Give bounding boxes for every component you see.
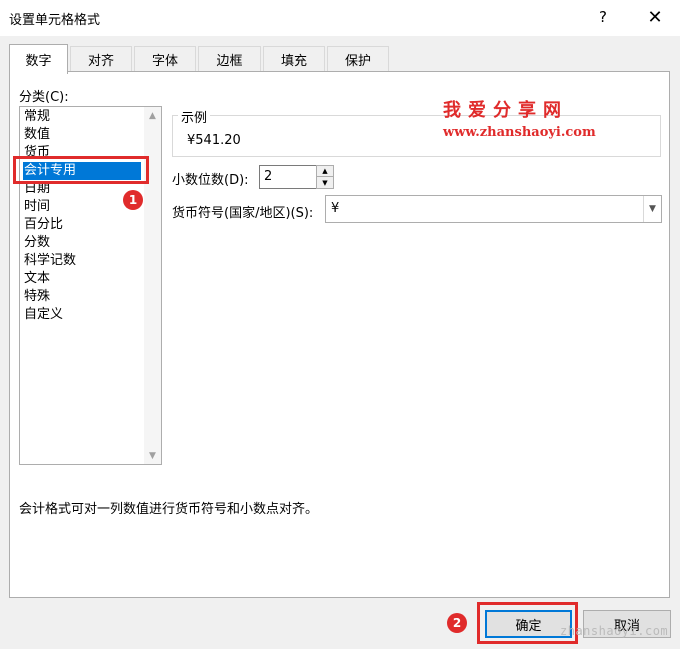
sample-title: 示例 xyxy=(178,107,211,126)
category-item-fraction[interactable]: 分数 xyxy=(23,234,141,252)
watermark-url: www.zhanshaoyi.com xyxy=(443,125,596,140)
tab-alignment[interactable]: 对齐 xyxy=(70,46,132,72)
close-button[interactable]: ✕ xyxy=(640,4,670,30)
scroll-up-icon[interactable]: ▲ xyxy=(144,107,161,124)
tab-fill[interactable]: 填充 xyxy=(263,46,325,72)
category-item-scientific[interactable]: 科学记数 xyxy=(23,252,141,270)
category-item-custom[interactable]: 自定义 xyxy=(23,306,141,324)
footer-watermark: zhanshaoyi.com xyxy=(560,624,669,638)
category-item-percentage[interactable]: 百分比 xyxy=(23,216,141,234)
category-item-text[interactable]: 文本 xyxy=(23,270,141,288)
scroll-down-icon[interactable]: ▼ xyxy=(144,447,161,464)
tab-font[interactable]: 字体 xyxy=(134,46,196,72)
stepper-down-icon[interactable]: ▼ xyxy=(317,177,333,188)
currency-symbol-label: 货币符号(国家/地区)(S): xyxy=(172,206,314,221)
currency-symbol-select[interactable]: ¥ ▼ xyxy=(325,195,662,223)
currency-symbol-value: ¥ xyxy=(331,201,340,216)
window-title: 设置单元格格式 xyxy=(9,13,101,28)
highlight-box-accounting xyxy=(13,156,149,184)
category-label: 分类(C): xyxy=(19,90,69,105)
watermark-title: 我爱分享网 xyxy=(443,100,568,121)
dialog-body: 数字 对齐 字体 边框 填充 保护 分类(C): 常规 数值 货币 会计专用 日… xyxy=(0,36,680,649)
decimal-places-label: 小数位数(D): xyxy=(172,173,249,188)
badge-step-2: 2 xyxy=(447,613,467,633)
tab-number[interactable]: 数字 xyxy=(9,44,68,74)
tab-border[interactable]: 边框 xyxy=(198,46,261,72)
category-item-general[interactable]: 常规 xyxy=(23,108,141,126)
decimal-places-input[interactable]: 2 xyxy=(259,165,317,189)
format-description: 会计格式可对一列数值进行货币符号和小数点对齐。 xyxy=(19,502,319,517)
stepper-up-icon[interactable]: ▲ xyxy=(317,166,333,177)
category-item-number[interactable]: 数值 xyxy=(23,126,141,144)
number-tab-panel: 分类(C): 常规 数值 货币 会计专用 日期 时间 百分比 分数 科学记数 文… xyxy=(9,71,670,598)
decimal-places-stepper[interactable]: ▲ ▼ xyxy=(316,165,334,189)
sample-value: ¥541.20 xyxy=(187,133,241,148)
tab-protection[interactable]: 保护 xyxy=(327,46,389,72)
category-item-special[interactable]: 特殊 xyxy=(23,288,141,306)
chevron-down-icon[interactable]: ▼ xyxy=(643,196,661,222)
title-bar: 设置单元格格式 ? ✕ xyxy=(0,0,680,36)
help-button[interactable]: ? xyxy=(588,4,618,30)
badge-step-1: 1 xyxy=(123,190,143,210)
